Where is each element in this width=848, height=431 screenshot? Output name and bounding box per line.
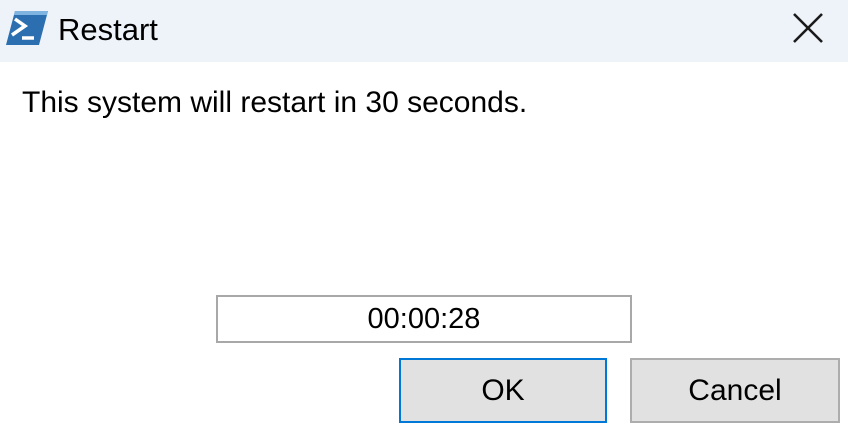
ok-button-label: OK xyxy=(481,373,525,407)
window-title: Restart xyxy=(58,12,158,47)
restart-message: This system will restart in 30 seconds. xyxy=(22,86,528,119)
close-button[interactable] xyxy=(776,5,840,55)
countdown-display: 00:00:28 xyxy=(216,295,632,343)
cancel-button[interactable]: Cancel xyxy=(630,358,840,423)
close-icon xyxy=(791,11,825,50)
title-bar[interactable]: Restart xyxy=(0,0,848,62)
ok-button[interactable]: OK xyxy=(399,358,607,423)
restart-dialog: Restart This system will restart in 30 s… xyxy=(0,0,848,431)
cancel-button-label: Cancel xyxy=(688,373,782,407)
powershell-icon xyxy=(5,9,49,47)
